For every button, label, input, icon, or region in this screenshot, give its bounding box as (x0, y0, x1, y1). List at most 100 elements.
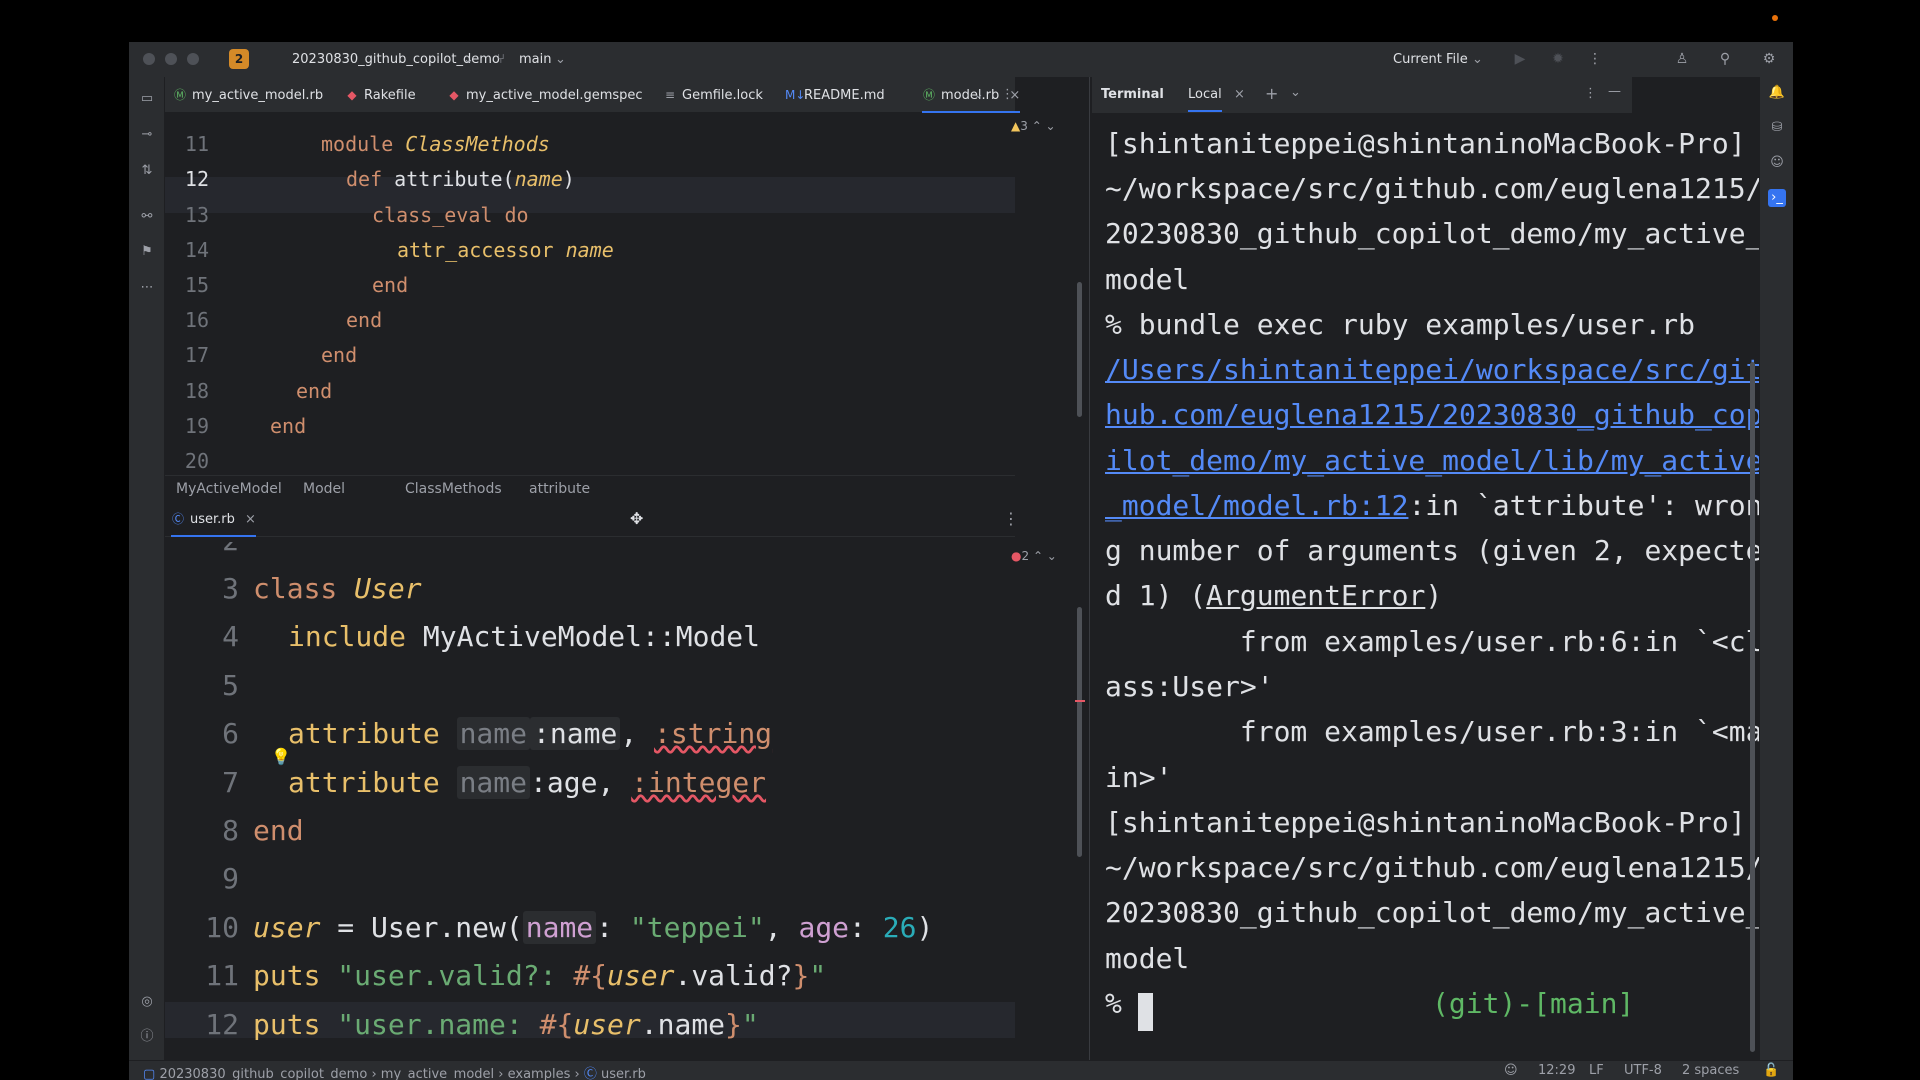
panel-divider[interactable] (1089, 77, 1090, 1060)
bookmark-icon[interactable]: ⚑ (138, 243, 156, 261)
top-editor-scrollbar[interactable] (1077, 282, 1082, 417)
more-actions-icon[interactable]: ⋮ (1586, 50, 1604, 68)
commit-icon[interactable]: ⊸ (138, 126, 156, 144)
terminal-scrollbar[interactable] (1750, 362, 1755, 1052)
close-icon[interactable]: × (245, 512, 256, 527)
status-path[interactable]: ▢ 20230830_github_copilot_demo › my_acti… (143, 1063, 646, 1080)
tab-readme[interactable]: M↓README.md (785, 77, 885, 113)
code-line: attribute name:age, :integer (288, 766, 767, 799)
more-options-icon[interactable]: ⋮ (1584, 86, 1597, 101)
chevron-down-icon[interactable]: ⌄ (1290, 85, 1301, 100)
terminal-error-link[interactable]: ArgumentError (1206, 579, 1425, 612)
breadcrumb-item[interactable]: MyActiveModel (176, 481, 282, 497)
minimize-window-button[interactable] (165, 53, 177, 65)
code-line: end (372, 273, 409, 297)
breadcrumb: MyActiveModel Model ClassMethods attribu… (165, 475, 1015, 501)
recording-indicator (1772, 15, 1778, 21)
markdown-icon: M↓ (785, 88, 806, 102)
debug-icon[interactable]: ✹ (1549, 50, 1567, 68)
chevron-down-icon: ⌄ (463, 52, 474, 67)
run-icon[interactable]: ▶ (1511, 50, 1529, 68)
line-number: 12 (205, 1008, 239, 1041)
run-tool-icon[interactable]: ◎ (138, 993, 156, 1011)
terminal-file-link[interactable]: hub.com/euglena1215/20230830_github_cop (1105, 398, 1762, 431)
line-number: 8 (222, 814, 239, 847)
lines-icon: ≡ (664, 88, 676, 102)
bottom-editor[interactable]: 2 3 4 5 6 7 8 9 10 11 12 💡 class User in… (165, 542, 1015, 1060)
breadcrumb-item[interactable]: Model (303, 481, 345, 497)
line-number: 9 (222, 862, 239, 895)
line-number: 7 (222, 766, 239, 799)
file-encoding[interactable]: UTF-8 (1624, 1063, 1662, 1078)
breadcrumb-item[interactable]: attribute (529, 481, 590, 497)
branch-selector[interactable]: main (519, 52, 551, 67)
terminal-file-link[interactable]: ilot_demo/my_active_model/lib/my_active (1105, 444, 1762, 477)
problems-icon[interactable]: ⓘ (138, 1028, 156, 1046)
tab-gemspec[interactable]: ◆ my_active_model.gemspec (447, 77, 642, 113)
chevron-down-icon[interactable]: ⌄ (973, 77, 984, 113)
maximize-window-button[interactable] (187, 53, 199, 65)
line-number: 2 (189, 542, 239, 557)
notifications-icon[interactable]: 🔔 (1768, 84, 1786, 102)
title-bar: 2 20230830_github_copilot_demo ⌄ ⑂ main … (129, 42, 1793, 77)
code-line: puts "user.valid?: #{user.valid?}" (253, 959, 827, 992)
tab-rakefile[interactable]: ◆ Rakefile (345, 77, 415, 113)
tab-label: user.rb (190, 512, 235, 527)
close-window-button[interactable] (143, 53, 155, 65)
terminal-file-link[interactable]: /Users/shintaniteppei/workspace/src/git (1105, 353, 1762, 386)
terminal-file-link[interactable]: _model/model.rb:12 (1105, 489, 1408, 522)
line-number: 16 (184, 308, 209, 332)
settings-icon[interactable]: ⚙ (1760, 50, 1778, 68)
minimize-panel-icon[interactable]: — (1608, 84, 1621, 99)
ide-window: 2 20230830_github_copilot_demo ⌄ ⑂ main … (129, 42, 1793, 1080)
tab-gemfile-lock[interactable]: ≡ Gemfile.lock (663, 77, 763, 113)
code-line: include MyActiveModel::Model (288, 620, 761, 653)
terminal-prompt: % (1105, 987, 1122, 1020)
tab-my-active-model[interactable]: Ⓜmy_active_model.rb (173, 77, 323, 113)
run-config-selector[interactable]: Current File (1393, 52, 1468, 67)
tab-label: my_active_model.rb (192, 88, 324, 103)
tab-terminal-local[interactable]: Local (1188, 87, 1222, 112)
code-line: end (253, 814, 304, 847)
line-number: 12 (184, 167, 209, 191)
database-icon[interactable]: ⛁ (1768, 119, 1786, 137)
close-icon[interactable]: × (1234, 87, 1245, 102)
cursor-position[interactable]: 12:29 (1538, 1063, 1575, 1078)
tab-label: README.md (804, 88, 885, 103)
bottom-editor-scrollbar[interactable] (1077, 607, 1082, 857)
copilot-icon[interactable]: ☺ (1768, 154, 1786, 172)
user-icon[interactable]: ♙ (1673, 50, 1691, 68)
line-number: 4 (222, 620, 239, 653)
line-ending[interactable]: LF (1589, 1063, 1604, 1078)
terminal-output[interactable]: [shintaniteppei@shintaninoMacBook-Pro] ~… (1092, 113, 1762, 1067)
top-editor[interactable]: 11 12 13 14 15 16 17 18 19 20 module Cla… (165, 113, 1015, 473)
code-line: user = User.new(name: "teppei", age: 26) (253, 911, 934, 944)
breadcrumb-item[interactable]: ClassMethods (405, 481, 502, 497)
new-terminal-icon[interactable]: + (1265, 84, 1278, 103)
more-tabs-icon[interactable]: ⋮ (1001, 77, 1014, 113)
code-line: def attribute(name) (346, 167, 575, 191)
indent-setting[interactable]: 2 spaces (1682, 1063, 1739, 1078)
error-marker[interactable] (1075, 700, 1085, 702)
terminal-line: g number of arguments (given 2, expecte (1105, 534, 1763, 567)
project-badge[interactable]: 2 (229, 49, 249, 69)
structure-icon[interactable]: ⚯ (138, 208, 156, 226)
line-number: 14 (184, 238, 209, 262)
lock-icon[interactable]: 🔓 (1763, 1063, 1779, 1078)
right-tool-bar: 🔔 ⛁ ☺ ›_ (1759, 77, 1793, 1067)
more-tools-icon[interactable]: ⋯ (138, 279, 156, 297)
line-number: 19 (184, 414, 209, 438)
error-badge[interactable]: ●2 ⌃ ⌄ (1011, 549, 1057, 563)
code-line: puts "user.name: #{user.name}" (253, 1008, 759, 1041)
folder-icon[interactable]: ▭ (138, 90, 156, 108)
warning-badge[interactable]: ▲3 ⌃ ⌄ (1011, 119, 1056, 133)
pull-requests-icon[interactable]: ⇅ (138, 162, 156, 180)
terminal-icon[interactable]: ›_ (1768, 189, 1786, 207)
chevron-down-icon: ⌄ (555, 52, 566, 67)
code-line: class_eval do (372, 203, 529, 227)
search-icon[interactable]: ⚲ (1716, 50, 1734, 68)
line-number: 15 (184, 273, 209, 297)
copilot-status-icon[interactable]: ☺ (1504, 1063, 1518, 1078)
tab-user-rb[interactable]: Ⓒuser.rb × (171, 501, 256, 537)
more-options-icon[interactable]: ⋮ (1003, 509, 1019, 528)
